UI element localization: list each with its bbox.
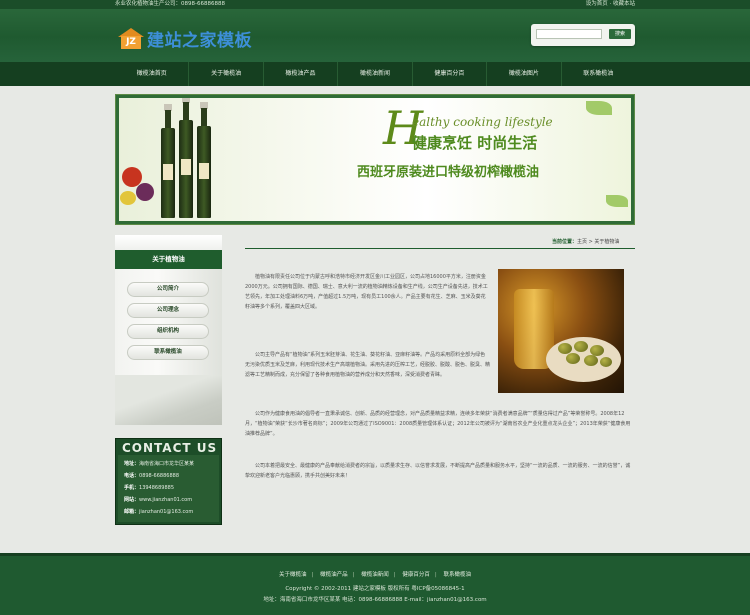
search-button[interactable]: 搜索 xyxy=(609,29,631,39)
nav-item-contact[interactable]: 联系橄榄油 xyxy=(562,62,635,86)
divider xyxy=(245,248,635,249)
sidebar: 关于植物油 公司简介 公司理念 组织机构 联系橄榄油 xyxy=(115,235,222,425)
footer-links: 关于橄榄油 | 橄榄油产品 | 橄榄油新闻 | 健康百分百 | 联系橄榄油 xyxy=(278,572,471,578)
nav-item-health[interactable]: 健康百分百 xyxy=(413,62,488,86)
footer-copyright: Copyright © 2002-2011 建站之家模板 版权所有 粤ICP备0… xyxy=(285,586,465,592)
contact-mobile: 13948689885 xyxy=(139,485,175,491)
contact-website: www.jianzhan01.com xyxy=(139,497,193,503)
footer-address: 地址：海南省海口市龙华区某某 电话：0898-66886888 E-mail：j… xyxy=(263,597,487,603)
footer-link-about[interactable]: 关于橄榄油 xyxy=(279,572,307,578)
contact-address: 海南省海口市龙华区某某 xyxy=(139,461,195,467)
article-paragraph-1: 植物油有限责任公司位于内蒙古呼和浩特市经济开发区金川工业园区，公司占地16000… xyxy=(245,274,488,310)
footer-link-news[interactable]: 橄榄油新闻 xyxy=(361,572,389,578)
logo-house-icon: JZ xyxy=(118,27,144,50)
hero-banner: H ealthy cooking lifestyle 健康烹饪 时尚生活 西班牙… xyxy=(115,94,635,225)
main-nav: 橄榄油首页 关于橄榄油 橄榄油产品 橄榄油新闻 健康百分百 橄榄油图片 联系橄榄… xyxy=(0,62,750,86)
logo-text: 建站之家模板 xyxy=(147,31,252,51)
site-logo[interactable]: JZ 建站之家模板 xyxy=(118,26,252,51)
sidebar-item-philosophy[interactable]: 公司理念 xyxy=(127,303,209,318)
top-bar: 永业农化植物油生产公司：0898-66886888 设为首页 · 收藏本站 xyxy=(0,0,750,9)
page-curl-decoration xyxy=(115,375,222,425)
article-paragraph-4: 公司本着把最安全、最健康的产品奉献给消费者的宗旨，以质量求生存、以信誉求发展，不… xyxy=(245,463,631,479)
site-footer: 关于橄榄油 | 橄榄油产品 | 橄榄油新闻 | 健康百分百 | 联系橄榄油 Copyri… xyxy=(0,553,750,615)
olive-oil-photo xyxy=(498,269,624,393)
footer-link-health[interactable]: 健康百分百 xyxy=(402,572,430,578)
article-paragraph-3: 公司作为健康食用油的倡导者一直秉承诚信、创新、品质的经营理念，对产品质量精益求精… xyxy=(245,411,631,437)
hotline-text: 永业农化植物油生产公司：0898-66886888 xyxy=(115,1,225,7)
nav-item-news[interactable]: 橄榄油新闻 xyxy=(338,62,413,86)
contact-phone: 0898-66886888 xyxy=(139,473,179,479)
sidebar-menu: 公司简介 公司理念 组织机构 联系橄榄油 xyxy=(127,282,209,366)
nav-item-pictures[interactable]: 橄榄油图片 xyxy=(487,62,562,86)
nav-item-about[interactable]: 关于橄榄油 xyxy=(189,62,264,86)
breadcrumb: 当前位置：主页 > 关于植物油 xyxy=(552,239,620,245)
sidebar-item-profile[interactable]: 公司简介 xyxy=(127,282,209,297)
article-paragraph-2: 公司主导产品有“植物油”系列玉米胚芽油、花生油、葵花籽油、亚麻籽油等。产品均采用… xyxy=(245,352,491,378)
sidebar-title: 关于植物油 xyxy=(115,250,222,269)
contact-heading: CONTACT US xyxy=(122,441,218,455)
contact-email: jianzhan01@163.com xyxy=(139,509,194,515)
nav-item-home[interactable]: 橄榄油首页 xyxy=(115,62,190,86)
footer-link-products[interactable]: 橄榄油产品 xyxy=(320,572,348,578)
top-links[interactable]: 设为首页 · 收藏本站 xyxy=(586,0,635,9)
search-input[interactable] xyxy=(536,29,602,39)
footer-link-contact[interactable]: 联系橄榄油 xyxy=(443,572,471,578)
search-box: 搜索 xyxy=(531,24,635,46)
site-header: 永业农化植物油生产公司：0898-66886888 设为首页 · 收藏本站 JZ… xyxy=(0,0,750,62)
nav-item-products[interactable]: 橄榄油产品 xyxy=(264,62,339,86)
breadcrumb-path[interactable]: 主页 > 关于植物油 xyxy=(577,239,619,245)
sidebar-item-organization[interactable]: 组织机构 xyxy=(127,324,209,339)
sidebar-item-contact[interactable]: 联系橄榄油 xyxy=(127,345,209,360)
contact-box: CONTACT US 地址：海南省海口市龙华区某某 电话：0898-668868… xyxy=(115,438,222,525)
